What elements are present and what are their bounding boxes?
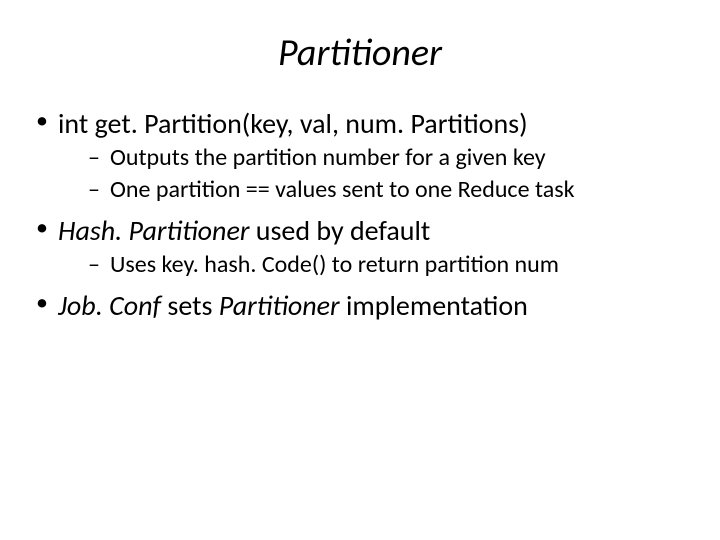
sub-item: One partition == values sent to one Redu… — [88, 175, 690, 205]
run: implementation — [340, 288, 528, 323]
bullet-text: int get. Partition(key, val, num. Partit… — [58, 106, 528, 141]
run: int get. Partition(key, val, num. Partit… — [58, 106, 528, 141]
slide-title: Partitioner — [30, 30, 690, 76]
run: used by default — [249, 213, 430, 248]
bullet-text: Hash. Partitioner used by default — [58, 213, 430, 248]
sub-list: Uses key. hash. Code() to return partiti… — [58, 250, 690, 280]
bullet-item: Job. Conf sets Partitioner implementatio… — [30, 288, 690, 323]
sub-item: Uses key. hash. Code() to return partiti… — [88, 250, 690, 280]
slide: Partitioner int get. Partition(key, val,… — [0, 0, 720, 540]
bullet-item: Hash. Partitioner used by default Uses k… — [30, 213, 690, 280]
run: Hash. Partitioner — [58, 213, 249, 248]
bullet-list: int get. Partition(key, val, num. Partit… — [30, 106, 690, 323]
bullet-item: int get. Partition(key, val, num. Partit… — [30, 106, 690, 205]
sub-list: Outputs the partition number for a given… — [58, 143, 690, 205]
run: Partitioner — [219, 288, 340, 323]
sub-item: Outputs the partition number for a given… — [88, 143, 690, 173]
bullet-text: Job. Conf sets Partitioner implementatio… — [58, 288, 528, 323]
run: sets — [161, 288, 219, 323]
run: Job. Conf — [58, 288, 161, 323]
